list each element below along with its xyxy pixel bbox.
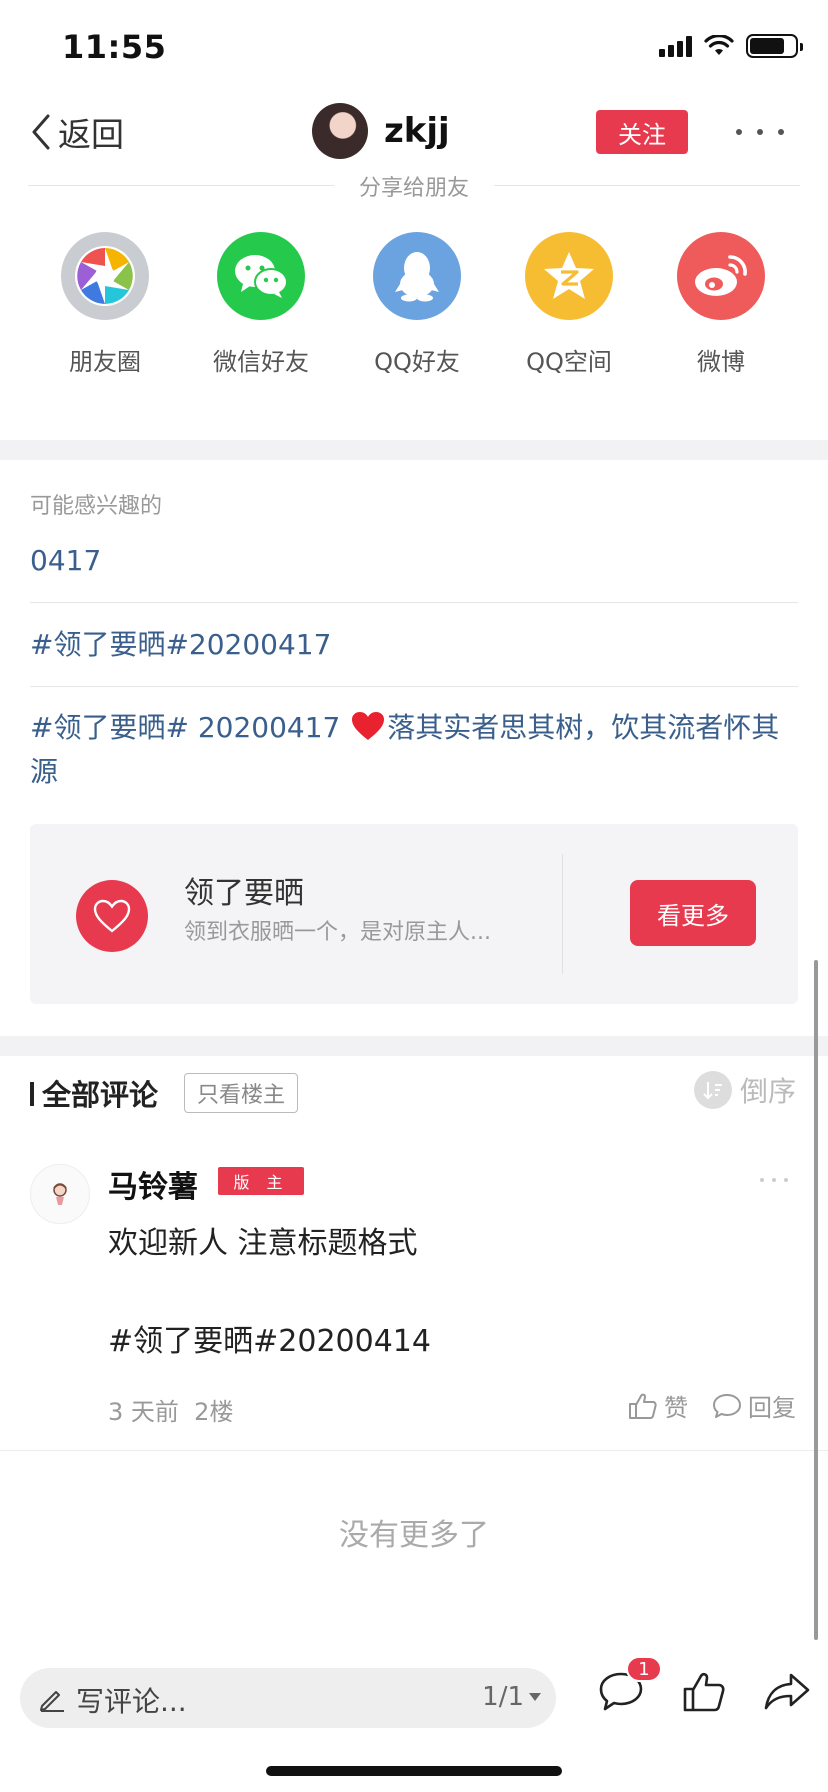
share-moments[interactable]: 朋友圈 bbox=[30, 232, 180, 377]
status-bar: 11:55 bbox=[0, 0, 828, 96]
heart-icon bbox=[76, 880, 148, 952]
user-name[interactable]: zkjj bbox=[384, 111, 450, 151]
scrollbar[interactable] bbox=[814, 960, 818, 1640]
forum-title: 领了要晒 bbox=[184, 876, 304, 911]
interest-item[interactable]: #领了要晒# 20200417 落其实者思其树，饮其流者怀其源 bbox=[30, 706, 798, 794]
comment-count-badge: 1 bbox=[626, 1656, 662, 1682]
comment-actions: 赞 回复 bbox=[628, 1388, 796, 1423]
reply-label: 回复 bbox=[748, 1394, 796, 1422]
section-gap bbox=[0, 1036, 828, 1056]
section-marker bbox=[30, 1082, 34, 1106]
red-heart-icon bbox=[351, 710, 385, 740]
thumbs-up-icon[interactable] bbox=[682, 1670, 726, 1714]
divider bbox=[0, 1450, 828, 1451]
pen-icon bbox=[40, 1691, 64, 1712]
comment-author[interactable]: 马铃薯 bbox=[108, 1162, 198, 1206]
comment-text: 欢迎新人 注意标题格式 bbox=[108, 1226, 418, 1261]
wifi-icon bbox=[704, 35, 734, 55]
home-indicator bbox=[266, 1766, 562, 1776]
share-weibo[interactable]: 微博 bbox=[646, 232, 796, 377]
comment-tag: #领了要晒#20200414 bbox=[108, 1324, 431, 1359]
comment-time: 3 天前 bbox=[108, 1398, 179, 1426]
reply-bubble-icon bbox=[713, 1393, 741, 1418]
share-row: 朋友圈 微信好友 QQ好友 QQ空间 微博 bbox=[0, 232, 828, 382]
chevron-left-icon bbox=[32, 114, 50, 150]
comment-input-placeholder: 写评论... bbox=[76, 1685, 187, 1718]
sort-button[interactable]: 倒序 bbox=[693, 1070, 796, 1110]
interest-item[interactable]: #领了要晒#20200417 bbox=[30, 623, 798, 667]
share-label: 朋友圈 bbox=[69, 348, 141, 376]
back-label: 返回 bbox=[58, 115, 124, 154]
caret-down-icon bbox=[529, 1693, 541, 1701]
sort-label: 倒序 bbox=[739, 1075, 796, 1108]
interest-text-start: #领了要晒# 20200417 bbox=[30, 711, 350, 744]
back-button[interactable]: 返回 bbox=[28, 108, 124, 156]
share-label: 微博 bbox=[697, 348, 745, 376]
comment-more-button[interactable] bbox=[760, 1170, 788, 1190]
reply-button[interactable]: 回复 bbox=[712, 1388, 796, 1423]
follow-button[interactable]: 关注 bbox=[596, 110, 688, 154]
share-title: 分享给朋友 bbox=[334, 170, 494, 202]
like-button[interactable]: 赞 bbox=[628, 1388, 688, 1423]
share-icon[interactable] bbox=[764, 1670, 810, 1714]
sort-icon bbox=[693, 1071, 732, 1109]
interest-item[interactable]: 0417 bbox=[30, 539, 798, 583]
cellular-signal-icon bbox=[659, 35, 692, 57]
share-label: 微信好友 bbox=[213, 348, 309, 376]
like-label: 赞 bbox=[664, 1394, 688, 1422]
thumbs-up-icon bbox=[629, 1393, 657, 1419]
comment-input[interactable]: 写评论... 1/1 bbox=[20, 1668, 556, 1728]
weibo-icon bbox=[677, 232, 765, 320]
avatar[interactable] bbox=[30, 1164, 90, 1224]
share-qzone[interactable]: QQ空间 bbox=[494, 232, 644, 377]
moderator-badge: 版 主 bbox=[218, 1167, 304, 1195]
interests-title: 可能感兴趣的 bbox=[30, 494, 163, 519]
wechat-icon bbox=[217, 232, 305, 320]
battery-icon bbox=[746, 34, 803, 58]
qq-icon bbox=[373, 232, 461, 320]
user-header[interactable]: zkjj bbox=[312, 103, 450, 159]
qzone-icon bbox=[525, 232, 613, 320]
share-label: QQ好友 bbox=[374, 348, 460, 376]
comments-header: 全部评论 只看楼主 倒序 bbox=[0, 1056, 828, 1132]
page-indicator: 1/1 bbox=[482, 1682, 524, 1712]
avatar[interactable] bbox=[312, 103, 368, 159]
more-options-button[interactable] bbox=[736, 118, 784, 146]
bottom-bar: 写评论... 1/1 1 bbox=[0, 1656, 828, 1792]
comment-floor: 2楼 bbox=[194, 1398, 234, 1426]
share-wechat-friend[interactable]: 微信好友 bbox=[186, 232, 336, 377]
forum-card[interactable]: 领了要晒 领到衣服晒一个，是对原主人... 看更多 bbox=[30, 824, 798, 1004]
share-qq-friend[interactable]: QQ好友 bbox=[342, 232, 492, 377]
see-more-button[interactable]: 看更多 bbox=[630, 880, 756, 946]
op-only-filter[interactable]: 只看楼主 bbox=[184, 1073, 299, 1113]
forum-description: 领到衣服晒一个，是对原主人... bbox=[184, 920, 491, 945]
share-label: QQ空间 bbox=[526, 348, 612, 376]
comments-title: 全部评论 bbox=[42, 1078, 159, 1112]
no-more-text: 没有更多了 bbox=[339, 1518, 489, 1553]
page-selector[interactable]: 1/1 bbox=[482, 1682, 542, 1712]
status-icons bbox=[659, 34, 803, 58]
comment-meta: 3 天前 2楼 bbox=[108, 1392, 233, 1427]
section-gap bbox=[0, 440, 828, 460]
divider bbox=[30, 686, 798, 687]
forum-divider bbox=[562, 854, 563, 974]
divider bbox=[30, 602, 798, 603]
nav-bar: 返回 zkjj 关注 bbox=[0, 96, 828, 168]
status-time: 11:55 bbox=[62, 28, 167, 66]
moments-icon bbox=[61, 232, 149, 320]
